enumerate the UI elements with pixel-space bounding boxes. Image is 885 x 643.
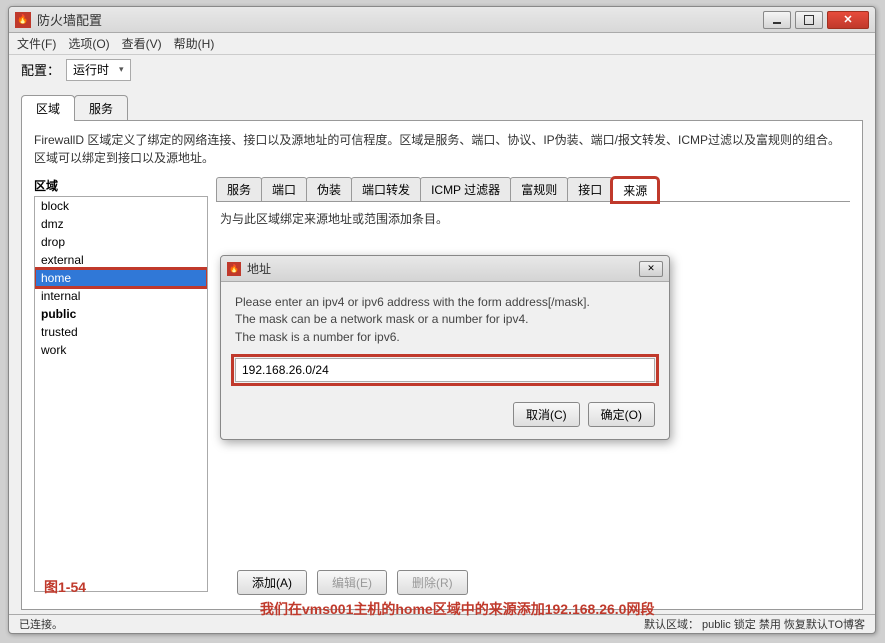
- zone-item-drop[interactable]: drop: [35, 233, 207, 251]
- outer-tabs: 区域 服务: [21, 95, 863, 121]
- zone-item-work[interactable]: work: [35, 341, 207, 359]
- figure-label: 图1-54: [44, 577, 86, 597]
- menu-file[interactable]: 文件(F): [17, 35, 56, 52]
- tab-sources[interactable]: 来源: [612, 178, 658, 202]
- tab-interfaces[interactable]: 接口: [567, 177, 613, 201]
- toolbar: 配置： 运行时: [9, 55, 875, 85]
- status-left: 已连接。: [19, 616, 63, 632]
- dialog-message: Please enter an ipv4 or ipv6 address wit…: [235, 294, 655, 346]
- app-icon: 🔥: [15, 12, 31, 28]
- annotation-text: 我们在vms001主机的home区域中的来源添加192.168.26.0网段: [260, 599, 654, 619]
- tab-icmp-filter[interactable]: ICMP 过滤器: [420, 177, 511, 201]
- maximize-button[interactable]: [795, 11, 823, 29]
- zone-item-external[interactable]: external: [35, 251, 207, 269]
- dialog-body: Please enter an ipv4 or ipv6 address wit…: [221, 282, 669, 439]
- dialog-icon: 🔥: [227, 262, 241, 276]
- config-label: 配置：: [21, 60, 60, 79]
- dialog-titlebar: 🔥 地址 ✕: [221, 256, 669, 282]
- zones-title: 区域: [34, 177, 208, 194]
- minimize-button[interactable]: [763, 11, 791, 29]
- ok-button[interactable]: 确定(O): [588, 402, 655, 427]
- tab-masquerading[interactable]: 伪装: [306, 177, 352, 201]
- dialog-title: 地址: [247, 260, 639, 277]
- inner-tabs: 服务 端口 伪装 端口转发 ICMP 过滤器 富规则 接口 来源: [216, 177, 850, 202]
- tab-port-forwarding[interactable]: 端口转发: [351, 177, 421, 201]
- add-button[interactable]: 添加(A): [237, 570, 307, 595]
- menu-view[interactable]: 查看(V): [122, 35, 162, 52]
- zone-item-trusted[interactable]: trusted: [35, 323, 207, 341]
- zone-item-dmz[interactable]: dmz: [35, 215, 207, 233]
- menu-help[interactable]: 帮助(H): [174, 35, 215, 52]
- delete-button: 删除(R): [397, 570, 468, 595]
- zones-list[interactable]: block dmz drop external home internal pu…: [34, 196, 208, 592]
- dialog-close-button[interactable]: ✕: [639, 261, 663, 277]
- sources-hint: 为与此区域绑定来源地址或范围添加条目。: [216, 202, 850, 235]
- zone-item-home[interactable]: home: [35, 269, 207, 287]
- window-controls: [763, 11, 869, 29]
- zone-item-block[interactable]: block: [35, 197, 207, 215]
- config-dropdown[interactable]: 运行时: [66, 59, 131, 81]
- zone-item-internal[interactable]: internal: [35, 287, 207, 305]
- tab-services[interactable]: 服务: [216, 177, 262, 201]
- tab-zone[interactable]: 区域: [21, 95, 75, 121]
- edit-button: 编辑(E): [317, 570, 387, 595]
- tab-service[interactable]: 服务: [74, 95, 128, 121]
- menu-options[interactable]: 选项(O): [68, 35, 109, 52]
- zone-description: FirewallD 区域定义了绑定的网络连接、接口以及源地址的可信程度。区域是服…: [34, 131, 850, 167]
- zone-item-public[interactable]: public: [35, 305, 207, 323]
- dialog-buttons: 取消(C) 确定(O): [235, 402, 655, 427]
- zones-column: 区域 block dmz drop external home internal…: [34, 177, 208, 592]
- menubar: 文件(F) 选项(O) 查看(V) 帮助(H): [9, 33, 875, 54]
- bottom-buttons: 添加(A) 编辑(E) 删除(R): [237, 570, 468, 595]
- titlebar: 🔥 防火墙配置: [9, 7, 875, 33]
- tab-ports[interactable]: 端口: [261, 177, 307, 201]
- address-dialog: 🔥 地址 ✕ Please enter an ipv4 or ipv6 addr…: [220, 255, 670, 440]
- cancel-button[interactable]: 取消(C): [513, 402, 580, 427]
- tab-rich-rules[interactable]: 富规则: [510, 177, 568, 201]
- close-button[interactable]: [827, 11, 869, 29]
- status-right: 默认区域： public 锁定 禁用 恢复默认TO博客: [644, 616, 865, 632]
- window-title: 防火墙配置: [37, 10, 763, 29]
- address-input[interactable]: [235, 358, 655, 382]
